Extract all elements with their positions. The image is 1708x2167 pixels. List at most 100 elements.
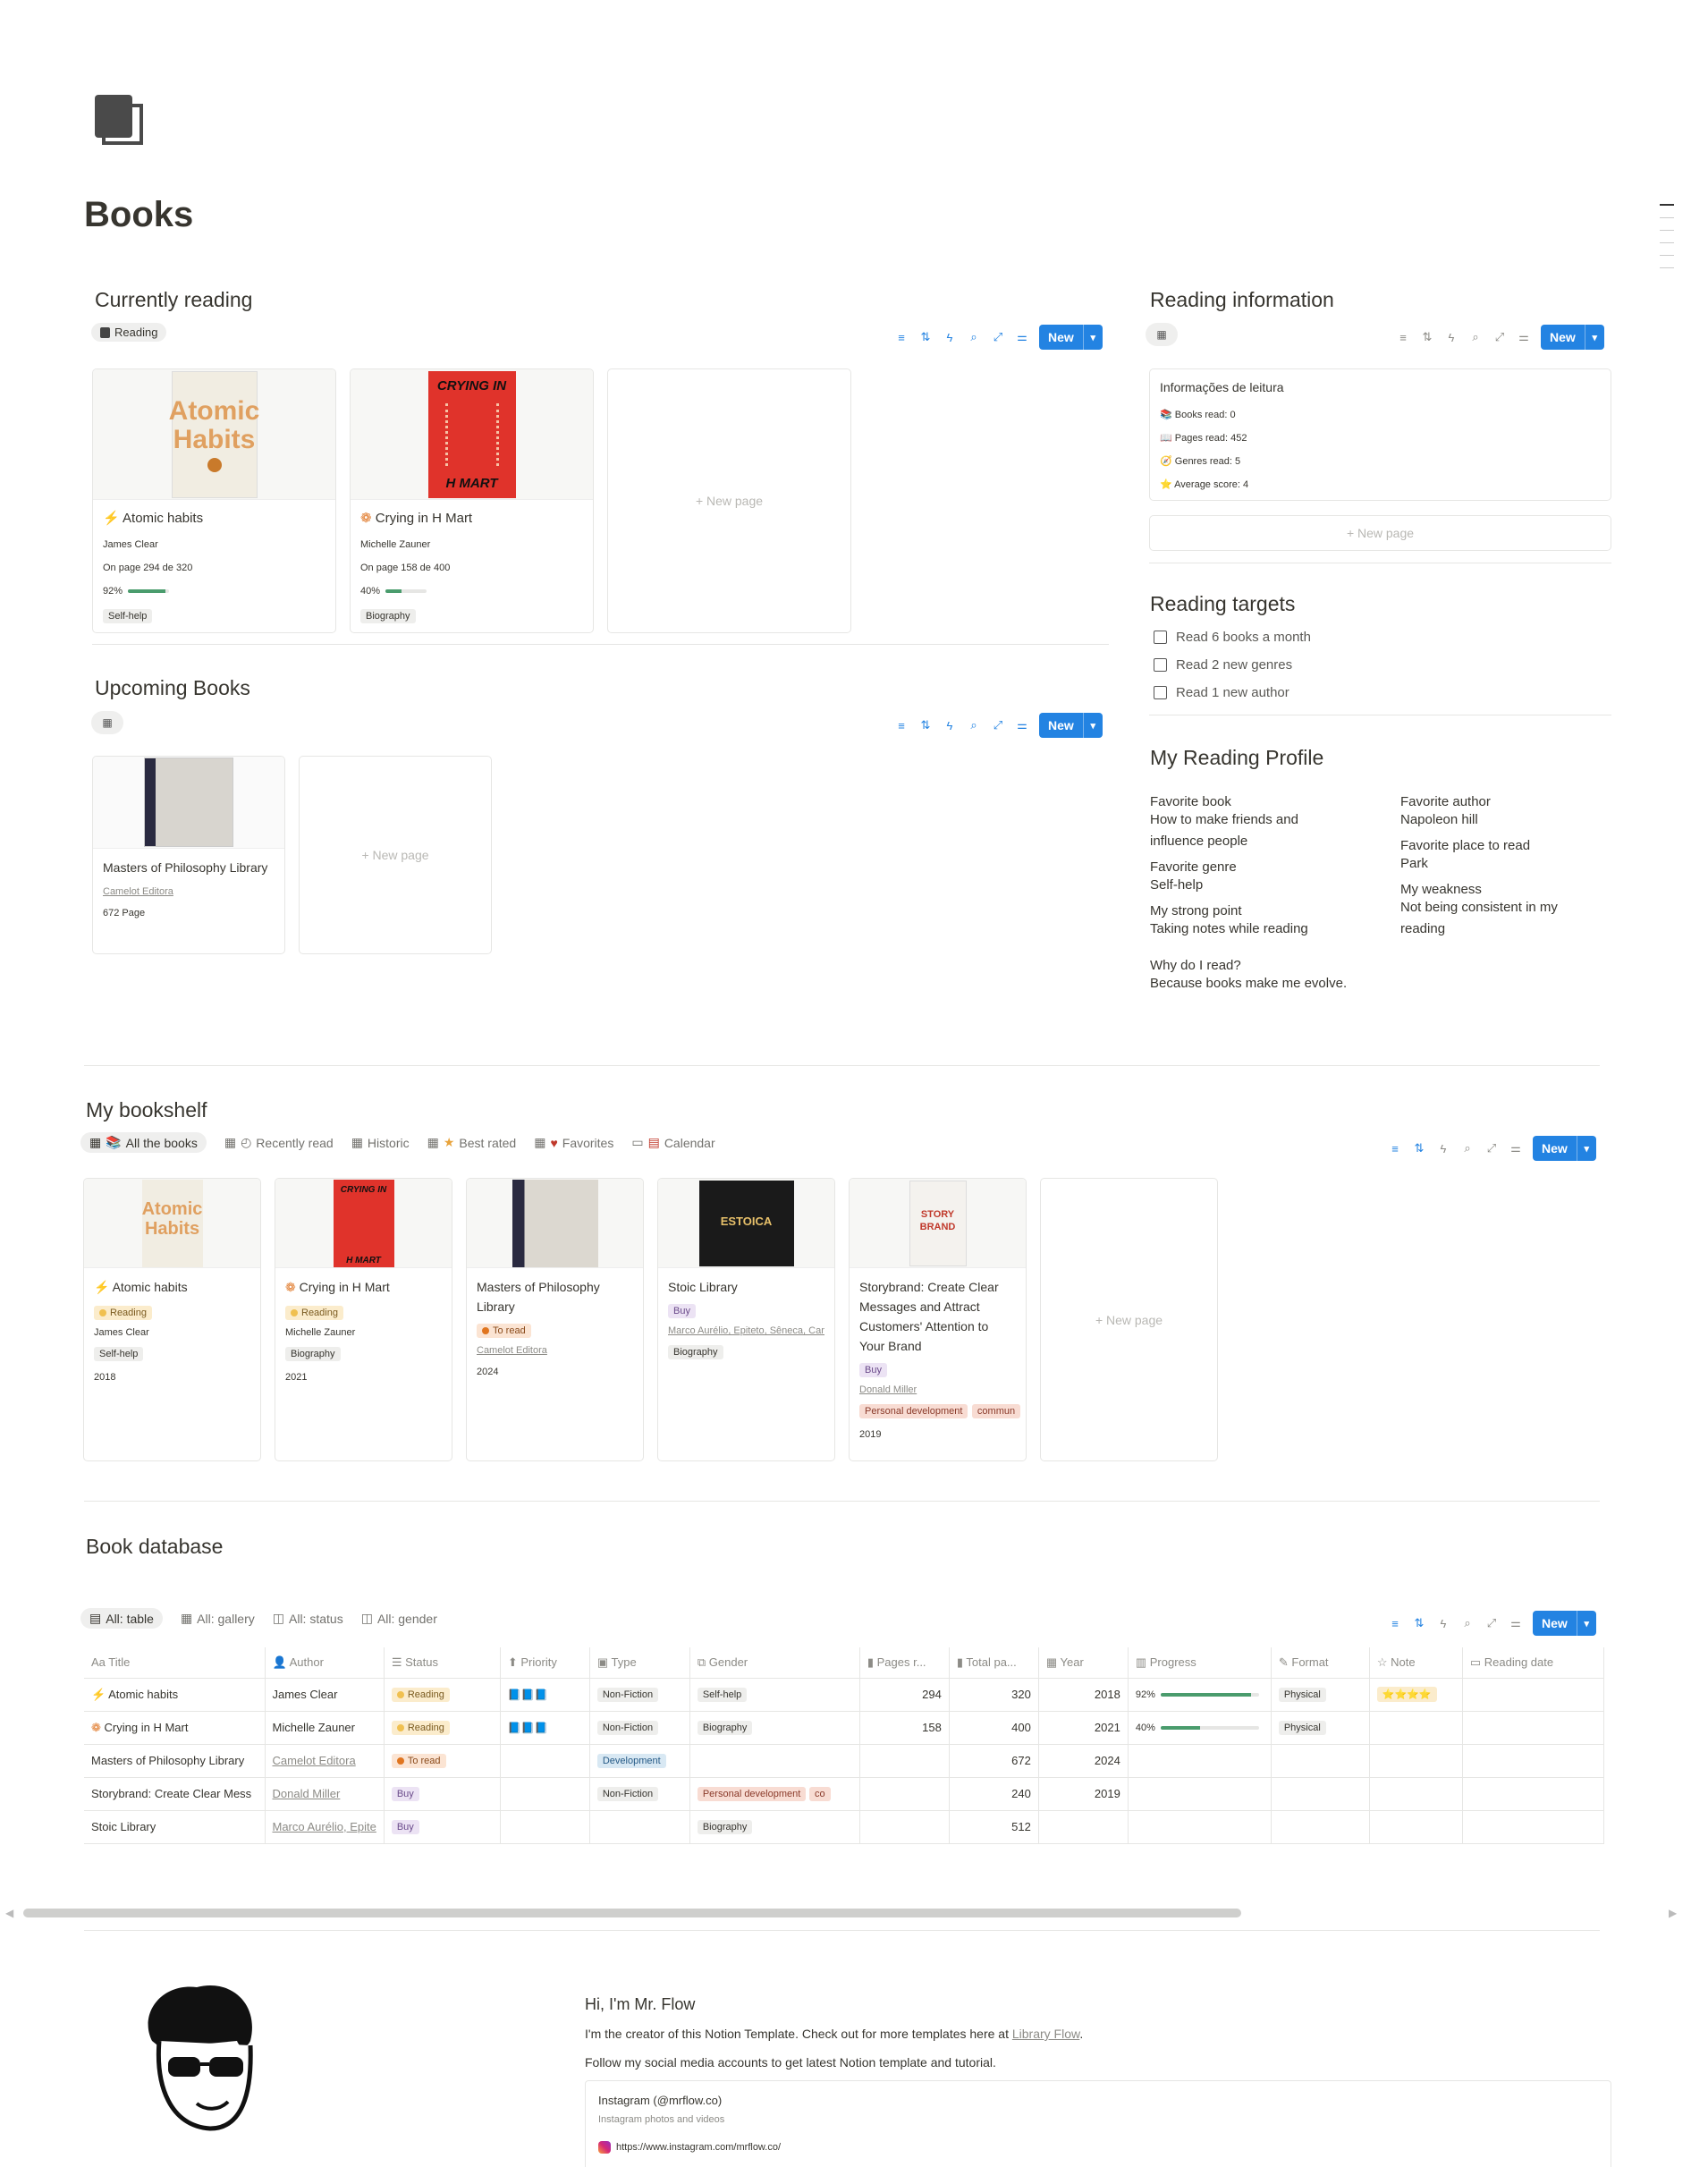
column-header[interactable]: ▣ Type xyxy=(589,1647,690,1679)
total-cell[interactable]: 240 xyxy=(949,1777,1039,1811)
filter-icon[interactable]: ≡ xyxy=(894,330,909,344)
filter-icon[interactable]: ≡ xyxy=(1396,330,1410,344)
total-cell[interactable]: 400 xyxy=(949,1711,1039,1745)
tab-all-gender[interactable]: ◫ All: gender xyxy=(361,1611,437,1626)
expand-icon[interactable]: ⤢ xyxy=(1484,1616,1499,1630)
book-card[interactable]: ESTOICA Stoic Library Buy Marco Aurélio,… xyxy=(657,1178,835,1461)
note-cell[interactable] xyxy=(1369,1711,1463,1745)
note-cell[interactable]: ⭐⭐⭐⭐ xyxy=(1369,1678,1463,1712)
progress-cell[interactable] xyxy=(1128,1810,1272,1844)
filter-icon[interactable]: ≡ xyxy=(894,718,909,732)
info-card[interactable]: Informações de leitura 📚 Books read: 0 📖… xyxy=(1149,368,1611,501)
progress-cell[interactable] xyxy=(1128,1777,1272,1811)
title-cell[interactable]: ❁ Crying in H Mart xyxy=(84,1711,266,1745)
gender-cell[interactable]: Biography xyxy=(689,1810,860,1844)
tab-recently-read[interactable]: ▦ ◴ Recently read xyxy=(224,1135,334,1150)
gender-cell[interactable]: Personal development co xyxy=(689,1777,860,1811)
year-cell[interactable] xyxy=(1038,1810,1129,1844)
type-cell[interactable]: Non-Fiction xyxy=(589,1711,690,1745)
chevron-down-icon[interactable]: ▾ xyxy=(1584,325,1604,350)
expand-icon[interactable]: ⤢ xyxy=(991,718,1005,732)
status-cell[interactable]: Buy xyxy=(384,1777,501,1811)
gender-cell[interactable]: Biography xyxy=(689,1711,860,1745)
new-page-card[interactable]: + New page xyxy=(1040,1178,1218,1461)
total-cell[interactable]: 320 xyxy=(949,1678,1039,1712)
book-card[interactable]: CRYING IN H MART ❁ Crying in H Mart Readi… xyxy=(275,1178,452,1461)
new-page-card[interactable]: + New page xyxy=(607,368,851,633)
priority-cell[interactable] xyxy=(500,1777,590,1811)
book-card[interactable]: Masters of Philosophy Library To read Ca… xyxy=(466,1178,644,1461)
search-icon[interactable]: ⌕ xyxy=(1468,330,1483,344)
search-icon[interactable]: ⌕ xyxy=(1460,1616,1475,1630)
column-header[interactable]: ▦ Year xyxy=(1038,1647,1129,1679)
title-cell[interactable]: ⚡ Atomic habits xyxy=(84,1678,266,1712)
lightning-icon[interactable]: ϟ xyxy=(943,330,957,344)
progress-cell[interactable]: 40% xyxy=(1128,1711,1272,1745)
gallery-view-icon[interactable]: ▦ xyxy=(91,711,123,734)
search-icon[interactable]: ⌕ xyxy=(967,330,981,344)
tab-all-gallery[interactable]: ▦ All: gallery xyxy=(181,1611,255,1626)
book-card[interactable]: Masters of Philosophy Library Camelot Ed… xyxy=(92,756,285,954)
progress-cell[interactable]: 92% xyxy=(1128,1678,1272,1712)
note-cell[interactable] xyxy=(1369,1744,1463,1778)
column-header[interactable]: ⬆ Priority xyxy=(500,1647,590,1679)
instagram-bookmark[interactable]: Instagram (@mrflow.co) Instagram photos … xyxy=(585,2080,1611,2167)
format-cell[interactable]: Physical xyxy=(1271,1711,1370,1745)
settings-icon[interactable]: ⚌ xyxy=(1015,718,1029,732)
tab-all-books[interactable]: ▦ 📚 All the books xyxy=(80,1132,207,1153)
status-cell[interactable]: To read xyxy=(384,1744,501,1778)
status-cell[interactable]: Reading xyxy=(384,1678,501,1712)
title-cell[interactable]: Masters of Philosophy Library xyxy=(84,1744,266,1778)
column-header[interactable]: Aa Title xyxy=(84,1647,266,1679)
gallery-view-icon[interactable]: ▦ xyxy=(1146,323,1178,346)
book-card[interactable]: STORY BRAND Storybrand: Create Clear Mess… xyxy=(849,1178,1027,1461)
scroll-right-arrow[interactable]: ▶ xyxy=(1669,1907,1677,1919)
status-cell[interactable]: Buy xyxy=(384,1810,501,1844)
chevron-down-icon[interactable]: ▾ xyxy=(1082,325,1103,350)
date-cell[interactable] xyxy=(1462,1744,1604,1778)
date-cell[interactable] xyxy=(1462,1711,1604,1745)
priority-cell[interactable] xyxy=(500,1810,590,1844)
type-cell[interactable]: Development xyxy=(589,1744,690,1778)
todo-item[interactable]: Read 1 new author xyxy=(1154,685,1311,700)
title-cell[interactable]: Stoic Library xyxy=(84,1810,266,1844)
scroll-left-arrow[interactable]: ◀ xyxy=(5,1907,13,1919)
column-header[interactable]: ✎ Format xyxy=(1271,1647,1370,1679)
pages-cell[interactable] xyxy=(859,1810,950,1844)
pages-cell[interactable] xyxy=(859,1744,950,1778)
new-page-card[interactable]: + New page xyxy=(299,756,492,954)
checkbox[interactable] xyxy=(1154,686,1167,699)
pages-cell[interactable]: 294 xyxy=(859,1678,950,1712)
tab-reading[interactable]: Reading xyxy=(91,323,167,342)
settings-icon[interactable]: ⚌ xyxy=(1015,330,1029,344)
column-header[interactable]: 👤 Author xyxy=(265,1647,385,1679)
book-card[interactable]: CRYING IN H MART ❁ Crying in H Mart Mich… xyxy=(350,368,594,633)
lightning-icon[interactable]: ϟ xyxy=(943,718,957,732)
library-flow-link[interactable]: Library Flow xyxy=(1012,2027,1079,2041)
pages-cell[interactable] xyxy=(859,1777,950,1811)
column-header[interactable]: ☰ Status xyxy=(384,1647,501,1679)
gender-cell[interactable] xyxy=(689,1744,860,1778)
book-card[interactable]: Atomic Habits ⚡ Atomic habits James Clear… xyxy=(92,368,336,633)
author-cell[interactable]: Marco Aurélio, Epite xyxy=(265,1810,385,1844)
settings-icon[interactable]: ⚌ xyxy=(1517,330,1531,344)
horizontal-scrollbar[interactable] xyxy=(23,1909,1241,1917)
table-row[interactable]: Storybrand: Create Clear Mess Donald Mil… xyxy=(84,1777,1604,1811)
book-card[interactable]: Atomic Habits ⚡ Atomic habits Reading Jam… xyxy=(83,1178,261,1461)
new-button[interactable]: New ▾ xyxy=(1039,713,1103,738)
column-header[interactable]: ▮ Total pa... xyxy=(949,1647,1039,1679)
gender-cell[interactable]: Self-help xyxy=(689,1678,860,1712)
checkbox[interactable] xyxy=(1154,631,1167,644)
card-publisher[interactable]: Camelot Editora xyxy=(477,1345,633,1356)
format-cell[interactable] xyxy=(1271,1744,1370,1778)
column-header[interactable]: ⧉ Gender xyxy=(689,1647,860,1679)
tab-historic[interactable]: ▦ Historic xyxy=(351,1135,410,1150)
sort-icon[interactable]: ⇅ xyxy=(918,330,933,344)
chevron-down-icon[interactable]: ▾ xyxy=(1576,1136,1596,1161)
chevron-down-icon[interactable]: ▾ xyxy=(1576,1611,1596,1636)
outline-markers[interactable] xyxy=(1660,204,1674,268)
year-cell[interactable]: 2021 xyxy=(1038,1711,1129,1745)
lightning-icon[interactable]: ϟ xyxy=(1436,1616,1450,1630)
note-cell[interactable] xyxy=(1369,1810,1463,1844)
tab-all-status[interactable]: ◫ All: status xyxy=(273,1611,343,1626)
